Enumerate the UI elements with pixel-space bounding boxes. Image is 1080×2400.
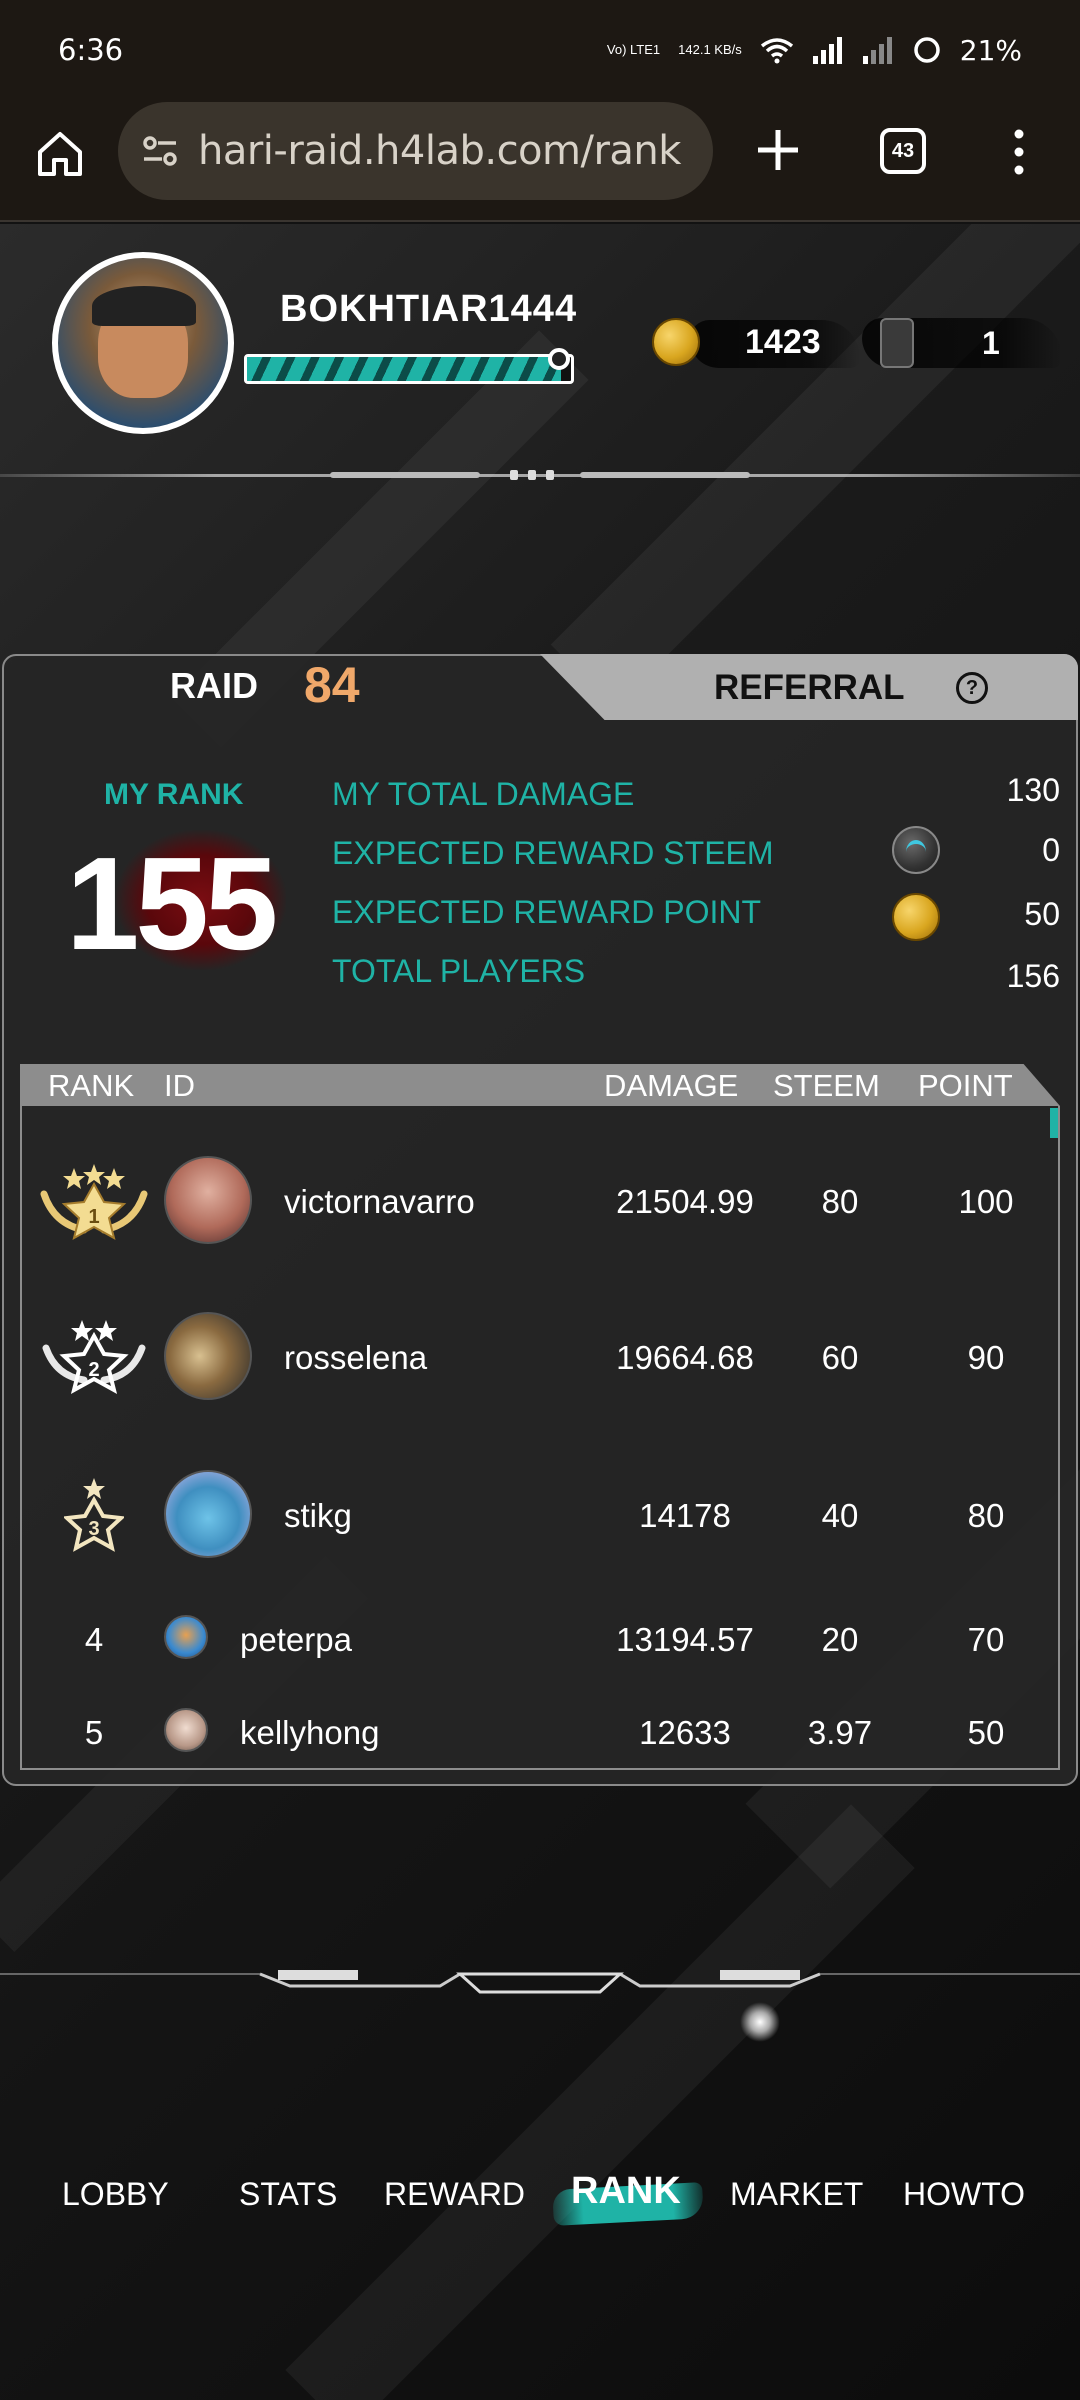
- bg-stripe: [285, 1804, 915, 2400]
- network-type-label: Vo) LTE1: [606, 42, 661, 57]
- col-header-damage: DAMAGE: [604, 1068, 739, 1103]
- player-rank-4: 4: [84, 1621, 104, 1658]
- medal-rank-1: 1: [88, 1206, 99, 1228]
- bg-stripe: [550, 224, 1080, 709]
- col-header-id: ID: [164, 1068, 195, 1103]
- player-point-4: 70: [967, 1621, 1005, 1658]
- player-damage-1: 21504.99: [616, 1183, 754, 1220]
- avatar: [164, 1470, 252, 1558]
- table-scrollbar[interactable]: [1050, 1108, 1058, 1138]
- tab-switcher-button[interactable]: 43: [880, 128, 926, 174]
- stat-label-reward-point: EXPECTED REWARD POINT: [332, 894, 762, 930]
- browser-toolbar: hari-raid.h4lab.com/rank 43: [0, 100, 1080, 222]
- col-header-point: POINT: [918, 1068, 1013, 1103]
- player-point-2: 90: [967, 1339, 1005, 1376]
- gold-medal-icon: 1: [40, 1164, 148, 1240]
- nav-reward[interactable]: REWARD: [384, 2176, 525, 2213]
- glow-orb-decoration: [740, 2002, 780, 2042]
- nav-lobby[interactable]: LOBBY: [62, 2176, 169, 2213]
- tickets-value: 1: [982, 325, 1000, 361]
- player-point-5: 50: [967, 1714, 1005, 1751]
- avatar-cap: [92, 286, 196, 326]
- player-rank-5: 5: [84, 1714, 104, 1751]
- player-point-3: 80: [967, 1497, 1005, 1534]
- wifi-icon: [760, 38, 793, 64]
- address-bar[interactable]: hari-raid.h4lab.com/rank: [118, 102, 713, 200]
- player-name-3: stikg: [284, 1497, 352, 1534]
- tab-referral[interactable]: REFERRAL: [714, 668, 905, 708]
- header-ornament: [330, 470, 750, 480]
- avatar: [164, 1156, 252, 1244]
- steem-icon: [892, 826, 940, 874]
- signal-2-icon: [862, 37, 892, 64]
- stat-label-total-players: TOTAL PLAYERS: [332, 953, 586, 989]
- nav-stats[interactable]: STATS: [239, 2176, 337, 2213]
- avatar: [164, 1615, 208, 1659]
- points-value: 1423: [745, 323, 821, 361]
- nav-rank[interactable]: RANK: [571, 2170, 681, 2213]
- nav-market[interactable]: MARKET: [730, 2176, 863, 2213]
- medal-rank-3: 3: [88, 1518, 99, 1540]
- player-damage-4: 13194.57: [616, 1621, 754, 1658]
- player-damage-2: 19664.68: [616, 1339, 754, 1376]
- ticket-icon: [880, 318, 914, 368]
- xp-progress-bar: [244, 354, 574, 384]
- username: BOKHTIAR1444: [280, 288, 578, 330]
- point-coin-icon: [652, 318, 700, 366]
- player-steem-2: 60: [821, 1339, 859, 1376]
- status-time: 6:36: [58, 33, 124, 67]
- my-rank-label: MY RANK: [104, 778, 244, 811]
- tab-raid[interactable]: RAID: [170, 665, 258, 707]
- player-name-1: victornavarro: [284, 1183, 475, 1220]
- status-icons: Vo) LTE1 142.1 KB/s 21%: [607, 34, 1022, 67]
- player-steem-1: 80: [821, 1183, 859, 1220]
- player-name-5: kellyhong: [240, 1714, 380, 1751]
- signal-icon: [812, 37, 842, 64]
- more-vert-icon[interactable]: [1004, 126, 1034, 178]
- nav-howto[interactable]: HOWTO: [903, 2176, 1025, 2213]
- bottom-ornament: [0, 1970, 1080, 1994]
- player-damage-3: 14178: [639, 1497, 731, 1534]
- battery-percent: 21%: [959, 33, 1022, 67]
- home-icon[interactable]: [34, 128, 86, 180]
- stat-value-reward-steem: 0: [1042, 832, 1060, 868]
- medal-rank-2: 2: [88, 1359, 99, 1381]
- profile-avatar[interactable]: [52, 252, 234, 434]
- status-bar: 6:36 Vo) LTE1 142.1 KB/s 21%: [0, 0, 1080, 100]
- raid-number: 84: [304, 657, 360, 713]
- stat-value-total-players: 156: [1006, 958, 1060, 994]
- xp-progress-fill: [247, 357, 562, 381]
- site-settings-icon[interactable]: [140, 131, 180, 171]
- player-damage-5: 12633: [639, 1714, 731, 1751]
- point-coin-icon: [892, 893, 940, 941]
- player-point-1: 100: [958, 1183, 1014, 1220]
- col-header-steem: STEEM: [773, 1068, 880, 1103]
- avatar: [164, 1312, 252, 1400]
- player-steem-4: 20: [821, 1621, 859, 1658]
- stat-label-total-damage: MY TOTAL DAMAGE: [332, 776, 635, 812]
- new-tab-icon[interactable]: [752, 124, 804, 176]
- avatar: [164, 1708, 208, 1752]
- player-name-2: rosselena: [284, 1339, 428, 1376]
- player-steem-3: 40: [821, 1497, 859, 1534]
- battery-ring-icon: [914, 37, 940, 63]
- player-name-4: peterpa: [240, 1621, 352, 1658]
- bronze-medal-icon: 3: [64, 1478, 124, 1552]
- player-steem-5: 3.97: [807, 1714, 873, 1751]
- stat-value-total-damage: 130: [1006, 772, 1060, 808]
- xp-progress-knob: [548, 348, 570, 370]
- stat-value-reward-point: 50: [1024, 896, 1060, 932]
- help-icon[interactable]: ?: [956, 672, 988, 704]
- my-rank-value: 155: [66, 830, 278, 977]
- stat-label-reward-steem: EXPECTED REWARD STEEM: [332, 835, 774, 871]
- col-header-rank: RANK: [48, 1068, 135, 1103]
- url-text: hari-raid.h4lab.com/rank: [198, 128, 681, 174]
- network-speed-label: 142.1 KB/s: [678, 42, 742, 57]
